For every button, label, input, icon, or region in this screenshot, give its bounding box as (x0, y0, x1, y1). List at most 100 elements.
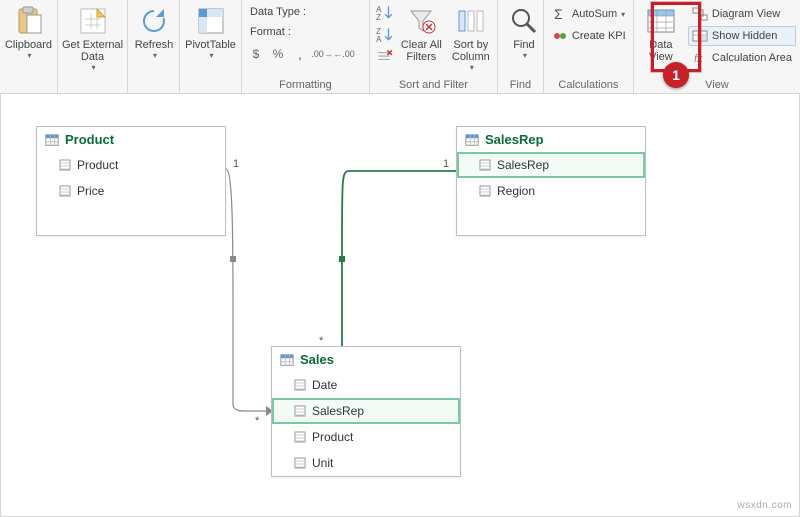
pivottable-button[interactable]: PivotTable (184, 2, 237, 63)
diagram-view-button[interactable]: Diagram View (688, 4, 796, 24)
sort-by-column-button[interactable]: Sort by Column (449, 2, 493, 75)
field-salesrep-salesrep[interactable]: SalesRep (457, 152, 645, 178)
table-icon (465, 133, 479, 147)
group-clipboard: Clipboard (0, 0, 58, 93)
group-calculations: Σ AutoSum ▾ Create KPI Calculations (544, 0, 634, 93)
field-product-product[interactable]: Product (37, 152, 225, 178)
format-dropdown[interactable]: Format : (246, 24, 295, 40)
field-product-price[interactable]: Price (37, 178, 225, 204)
clear-sort-icon (375, 47, 393, 65)
field-sales-unit-label: Unit (312, 456, 333, 470)
clear-sort-button[interactable] (374, 46, 394, 66)
sort-desc-button[interactable]: ZA (374, 24, 394, 44)
field-product-price-label: Price (77, 184, 104, 198)
pivottable-label: PivotTable (185, 39, 236, 51)
get-external-data-label: Get External Data (62, 39, 123, 63)
kpi-icon (552, 28, 568, 44)
find-button[interactable]: Find (502, 2, 546, 63)
table-salesrep[interactable]: SalesRep SalesRep Region (456, 126, 646, 236)
clipboard-label: Clipboard (5, 39, 52, 51)
sort-filter-group-label: Sort and Filter (374, 77, 493, 93)
data-type-label: Data Type : (250, 6, 306, 18)
increase-decimal-button[interactable]: .00→ (312, 44, 332, 64)
group-get-external-data: Get External Data (58, 0, 128, 93)
create-kpi-button[interactable]: Create KPI (548, 26, 630, 46)
percent-icon: % (273, 47, 284, 61)
pivottable-icon (195, 5, 227, 37)
data-view-button[interactable]: Data View (638, 2, 684, 66)
currency-icon: $ (253, 47, 260, 61)
calculation-area-button[interactable]: fx Calculation Area (688, 48, 796, 68)
refresh-label: Refresh (135, 39, 174, 51)
diagram-canvas[interactable]: 1 * 1 * Product Product Price SalesRep (0, 94, 800, 517)
format-label: Format : (250, 26, 291, 38)
group-find: Find Find (498, 0, 544, 93)
column-icon (294, 405, 306, 417)
table-sales-title-text: Sales (300, 352, 334, 367)
table-salesrep-title-text: SalesRep (485, 132, 544, 147)
clear-all-filters-button[interactable]: Clear All Filters (398, 2, 445, 66)
field-sales-product[interactable]: Product (272, 424, 460, 450)
clipboard-button[interactable]: Clipboard (4, 2, 53, 63)
field-salesrep-salesrep-label: SalesRep (497, 158, 549, 172)
field-sales-unit[interactable]: Unit (272, 450, 460, 476)
external-data-icon (77, 5, 109, 37)
group-refresh: Refresh (128, 0, 180, 93)
comma-icon: , (298, 46, 302, 62)
autosum-icon: Σ (552, 6, 568, 22)
column-icon (59, 159, 71, 171)
table-salesrep-title: SalesRep (457, 127, 645, 152)
diagram-view-icon (692, 6, 708, 22)
percent-button[interactable]: % (268, 44, 288, 64)
refresh-icon (138, 5, 170, 37)
data-view-label: Data View (649, 39, 673, 63)
table-sales[interactable]: Sales Date SalesRep Product Unit (271, 346, 461, 477)
field-sales-salesrep-label: SalesRep (312, 404, 364, 418)
sort-by-column-label: Sort by Column (452, 39, 490, 63)
column-icon (294, 431, 306, 443)
show-hidden-button[interactable]: Show Hidden (688, 26, 796, 46)
clear-all-filters-label: Clear All Filters (401, 39, 442, 63)
table-icon (280, 353, 294, 367)
table-product-title-text: Product (65, 132, 114, 147)
autosum-label: AutoSum (572, 8, 617, 20)
decrease-decimal-icon: ←.00 (333, 49, 355, 59)
column-icon (479, 185, 491, 197)
decrease-decimal-button[interactable]: ←.00 (334, 44, 354, 64)
create-kpi-label: Create KPI (572, 30, 626, 42)
get-external-data-button[interactable]: Get External Data (62, 2, 123, 75)
field-sales-date-label: Date (312, 378, 337, 392)
group-view: Data View Diagram View Show Hidden fx Ca… (634, 0, 800, 93)
increase-decimal-icon: .00→ (311, 49, 333, 59)
show-hidden-icon (692, 28, 708, 44)
table-icon (45, 133, 59, 147)
cardinality-one-2: 1 (443, 158, 449, 170)
diagram-view-label: Diagram View (712, 8, 780, 20)
data-type-dropdown[interactable]: Data Type : (246, 4, 310, 20)
column-icon (479, 159, 491, 171)
data-view-icon (645, 5, 677, 37)
field-salesrep-region[interactable]: Region (457, 178, 645, 204)
calc-area-icon: fx (692, 50, 708, 66)
clipboard-icon (13, 5, 45, 37)
field-sales-product-label: Product (312, 430, 353, 444)
find-group-label: Find (502, 77, 539, 93)
autosum-button[interactable]: Σ AutoSum ▾ (548, 4, 629, 24)
column-icon (294, 379, 306, 391)
sort-asc-button[interactable]: AZ (374, 2, 394, 22)
comma-button[interactable]: , (290, 44, 310, 64)
find-label: Find (513, 39, 534, 51)
refresh-button[interactable]: Refresh (132, 2, 176, 63)
field-salesrep-region-label: Region (497, 184, 535, 198)
currency-button[interactable]: $ (246, 44, 266, 64)
field-sales-salesrep[interactable]: SalesRep (272, 398, 460, 424)
calculation-area-label: Calculation Area (712, 52, 792, 64)
column-icon (59, 185, 71, 197)
table-product[interactable]: Product Product Price (36, 126, 226, 236)
sort-asc-icon: AZ (375, 3, 393, 21)
field-sales-date[interactable]: Date (272, 372, 460, 398)
watermark: wsxdn.com (737, 500, 792, 511)
show-hidden-label: Show Hidden (712, 30, 777, 42)
sort-by-column-icon (455, 5, 487, 37)
group-pivottable: PivotTable (180, 0, 242, 93)
